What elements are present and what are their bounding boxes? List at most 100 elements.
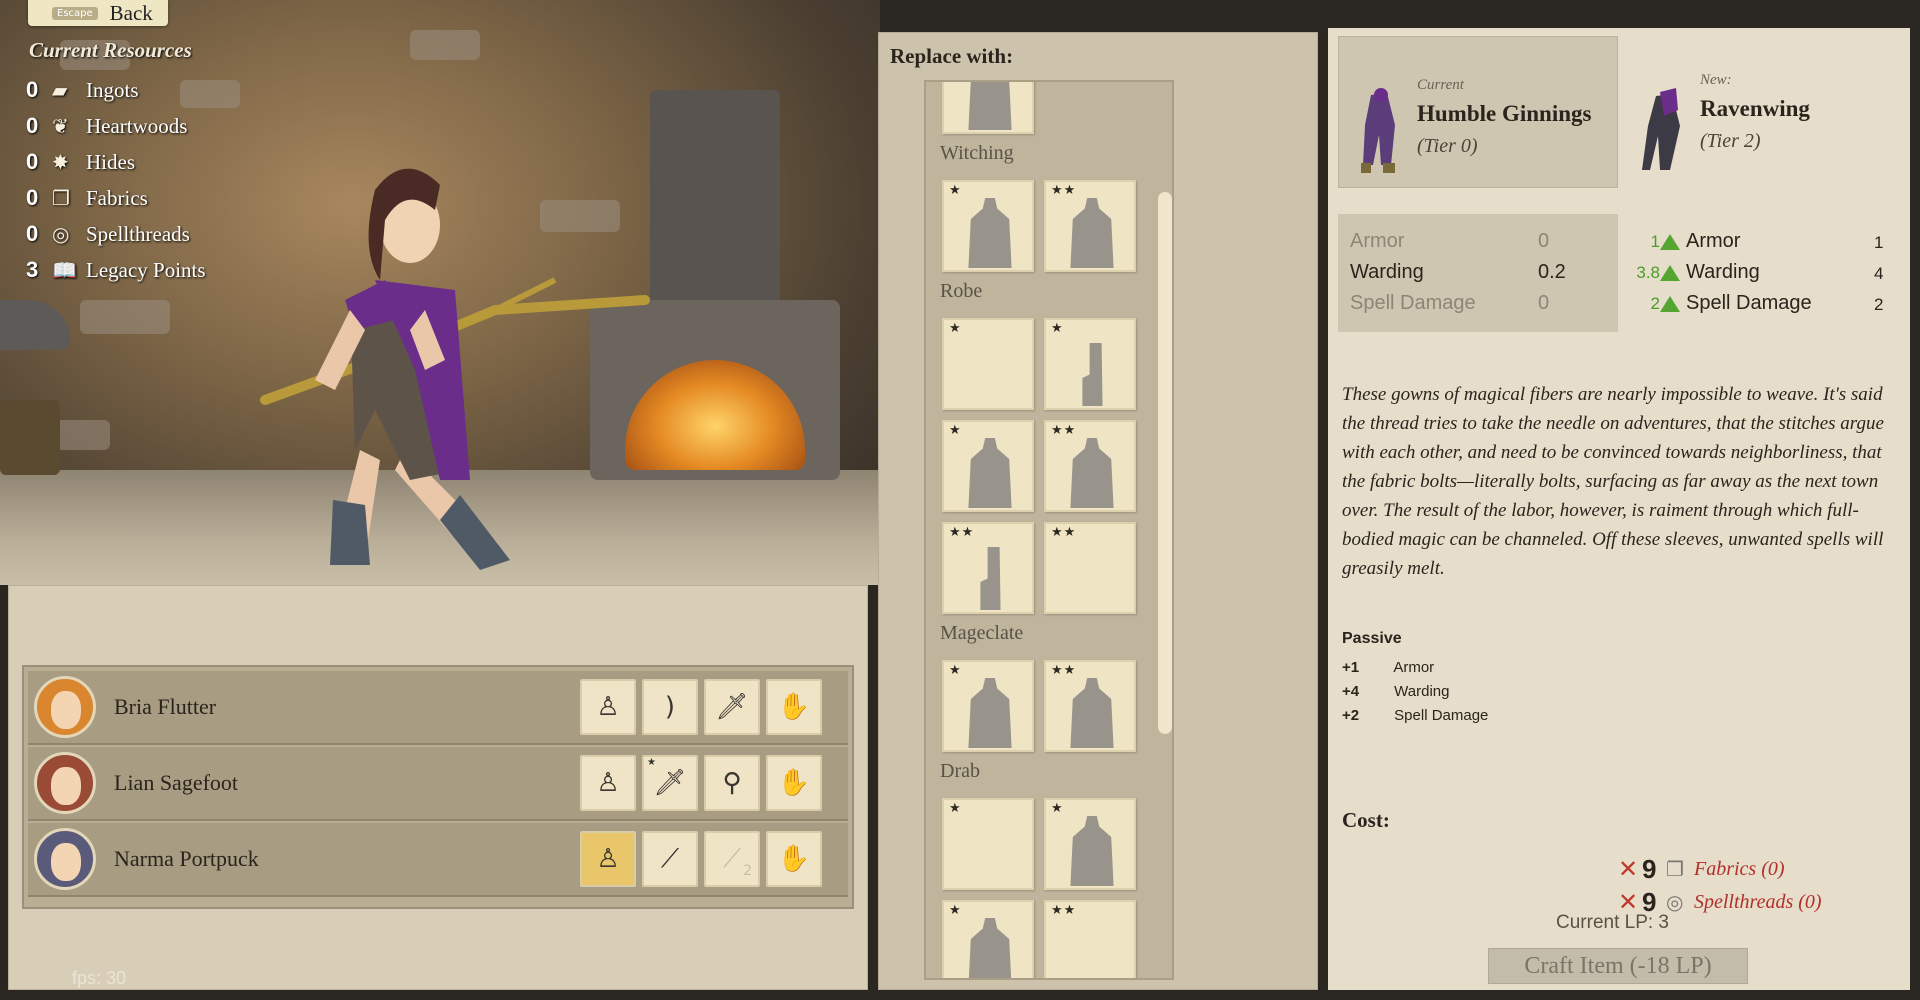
- party-list: Bria Flutter ♙ ) 🗡 ✋ Lian Sagefoot ♙ ★ 🗡 …: [22, 665, 854, 909]
- character-slot-selected[interactable]: ♙: [580, 831, 636, 887]
- stat-delta: 2: [1650, 294, 1660, 313]
- item-tile[interactable]: ★: [942, 318, 1034, 410]
- stat-value: 4: [1874, 264, 1884, 283]
- item-tile[interactable]: [942, 82, 1034, 134]
- item-tile[interactable]: ★: [942, 798, 1034, 890]
- item-list[interactable]: Witching ★ ★★ Robe ★ ★ ★ ★★ ★★ ★★ Magecl…: [924, 80, 1174, 980]
- party-panel: Bria Flutter ♙ ) 🗡 ✋ Lian Sagefoot ♙ ★ 🗡 …: [8, 585, 868, 990]
- resource-count: 0: [26, 113, 39, 138]
- item-tile[interactable]: ★: [942, 180, 1034, 272]
- weapon-slot[interactable]: ⟋: [642, 831, 698, 887]
- stat-name: Warding: [1686, 261, 1760, 283]
- item-tile[interactable]: ★★: [1044, 900, 1136, 978]
- item-tile[interactable]: ★★: [1044, 420, 1136, 512]
- current-label: Current: [1417, 77, 1464, 93]
- club-icon: ⚲: [722, 768, 742, 798]
- item-tile[interactable]: ★: [1044, 318, 1136, 410]
- party-member-row[interactable]: Lian Sagefoot ♙ ★ 🗡 ⚲ ✋: [28, 747, 848, 821]
- current-stats: Armor 0 Warding 0.2 Spell Damage 0: [1338, 214, 1618, 332]
- craft-item-button[interactable]: Craft Item (-18 LP): [1488, 948, 1748, 984]
- resource-label: Hides: [86, 149, 135, 174]
- passive-label: Spell Damage: [1394, 707, 1489, 724]
- resource-label: Legacy Points: [86, 257, 206, 282]
- resource-ingots: 0 ▰ Ingots: [26, 72, 206, 108]
- bottom-edge: [0, 990, 1920, 1000]
- resource-fabrics: 0 ❐ Fabrics: [26, 180, 206, 216]
- resource-count: 0: [26, 185, 39, 210]
- item-tile[interactable]: ★★: [1044, 180, 1136, 272]
- weapon-slot[interactable]: ): [642, 679, 698, 735]
- item-description-box: These gowns of magical fibers are nearly…: [1328, 364, 1910, 780]
- up-arrow-icon: [1660, 234, 1680, 250]
- new-stat-row: 1 Armor 1: [1628, 230, 1908, 261]
- up-arrow-icon: [1660, 296, 1680, 312]
- two-star-icon: ★★: [1051, 525, 1077, 540]
- character-icon: ♙: [596, 692, 620, 722]
- spellthread-icon: ◎: [52, 222, 70, 246]
- hand-icon: ✋: [777, 844, 811, 874]
- empty-hand-slot[interactable]: ✋: [766, 755, 822, 811]
- character-slot[interactable]: ♙: [580, 679, 636, 735]
- item-tile[interactable]: ★: [942, 900, 1034, 978]
- stats-compare: Armor 0 Warding 0.2 Spell Damage 0 1 Arm…: [1328, 206, 1910, 356]
- resource-count: 0: [26, 77, 39, 102]
- passive-title: Passive: [1342, 630, 1402, 647]
- resource-count: 0: [26, 149, 39, 174]
- game-screen: Escape Back Current Resources 0 ▰ Ingots…: [0, 0, 1920, 1000]
- item-tile[interactable]: ★★: [1044, 660, 1136, 752]
- stat-value: 0: [1538, 292, 1550, 314]
- robe-silhouette-icon: [1070, 438, 1114, 508]
- stat-name: Spell Damage: [1350, 292, 1476, 314]
- resource-label: Ingots: [86, 77, 139, 102]
- new-item-name: Ravenwing: [1700, 96, 1810, 121]
- wall-stone: [80, 300, 170, 334]
- passive-row: +1 Armor: [1342, 659, 1434, 676]
- stat-name: Armor: [1686, 230, 1741, 252]
- two-star-icon: ★★: [949, 525, 975, 540]
- empty-hand-slot[interactable]: ✋: [766, 679, 822, 735]
- character-slot[interactable]: ♙: [580, 755, 636, 811]
- star-icon: ★: [949, 801, 962, 816]
- wall-stone: [410, 30, 480, 60]
- star-icon: ★: [1051, 801, 1064, 816]
- escape-key-hint: Escape: [52, 6, 98, 20]
- passive-label: Armor: [1393, 659, 1435, 676]
- weapon-slot[interactable]: ⟋ 2: [704, 831, 760, 887]
- scrollbar[interactable]: [1158, 192, 1172, 734]
- star-icon: ★: [949, 903, 962, 918]
- party-member-name: Narma Portpuck: [114, 846, 259, 871]
- scroll-icon: ⟋: [722, 843, 742, 874]
- star-icon: ★: [949, 423, 962, 438]
- resource-count: 0: [26, 221, 39, 246]
- resource-label: Spellthreads: [86, 221, 190, 246]
- stat-delta: 1: [1650, 232, 1660, 251]
- weapon-slot[interactable]: ⚲: [704, 755, 760, 811]
- heartwood-icon: ❦: [52, 114, 69, 138]
- weapon-slot[interactable]: 🗡: [704, 679, 760, 735]
- avatar: [34, 828, 96, 890]
- robe-silhouette-icon: [1070, 678, 1114, 748]
- item-tile[interactable]: ★: [942, 660, 1034, 752]
- star-icon: ★: [949, 321, 962, 336]
- item-tile[interactable]: ★★: [942, 522, 1034, 614]
- barrel: [0, 400, 60, 475]
- party-member-row[interactable]: Narma Portpuck ♙ ⟋ ⟋ 2 ✋: [28, 823, 848, 897]
- weapon-slot[interactable]: ★ 🗡: [642, 755, 698, 811]
- empty-hand-slot[interactable]: ✋: [766, 831, 822, 887]
- star-icon: ★: [1051, 321, 1064, 336]
- compare-header: Current Humble Ginnings (Tier 0) New: Ra…: [1328, 28, 1910, 196]
- right-edge: [1910, 28, 1920, 1000]
- resources-title: Current Resources: [29, 38, 192, 62]
- robe-silhouette-icon: [968, 918, 1012, 978]
- item-tile[interactable]: ★: [1044, 798, 1136, 890]
- stat-value: 0: [1538, 230, 1550, 252]
- item-tile[interactable]: ★★: [1044, 522, 1136, 614]
- back-button[interactable]: Escape Back: [28, 0, 168, 26]
- slot-count-badge: 2: [743, 863, 752, 879]
- item-tile[interactable]: ★: [942, 420, 1034, 512]
- party-member-row[interactable]: Bria Flutter ♙ ) 🗡 ✋: [28, 671, 848, 745]
- fps-counter: fps: 30: [72, 968, 127, 988]
- passive-amount: +4: [1342, 683, 1360, 700]
- resource-label: Fabrics: [86, 185, 148, 210]
- sleeve-silhouette-icon: [1082, 343, 1103, 406]
